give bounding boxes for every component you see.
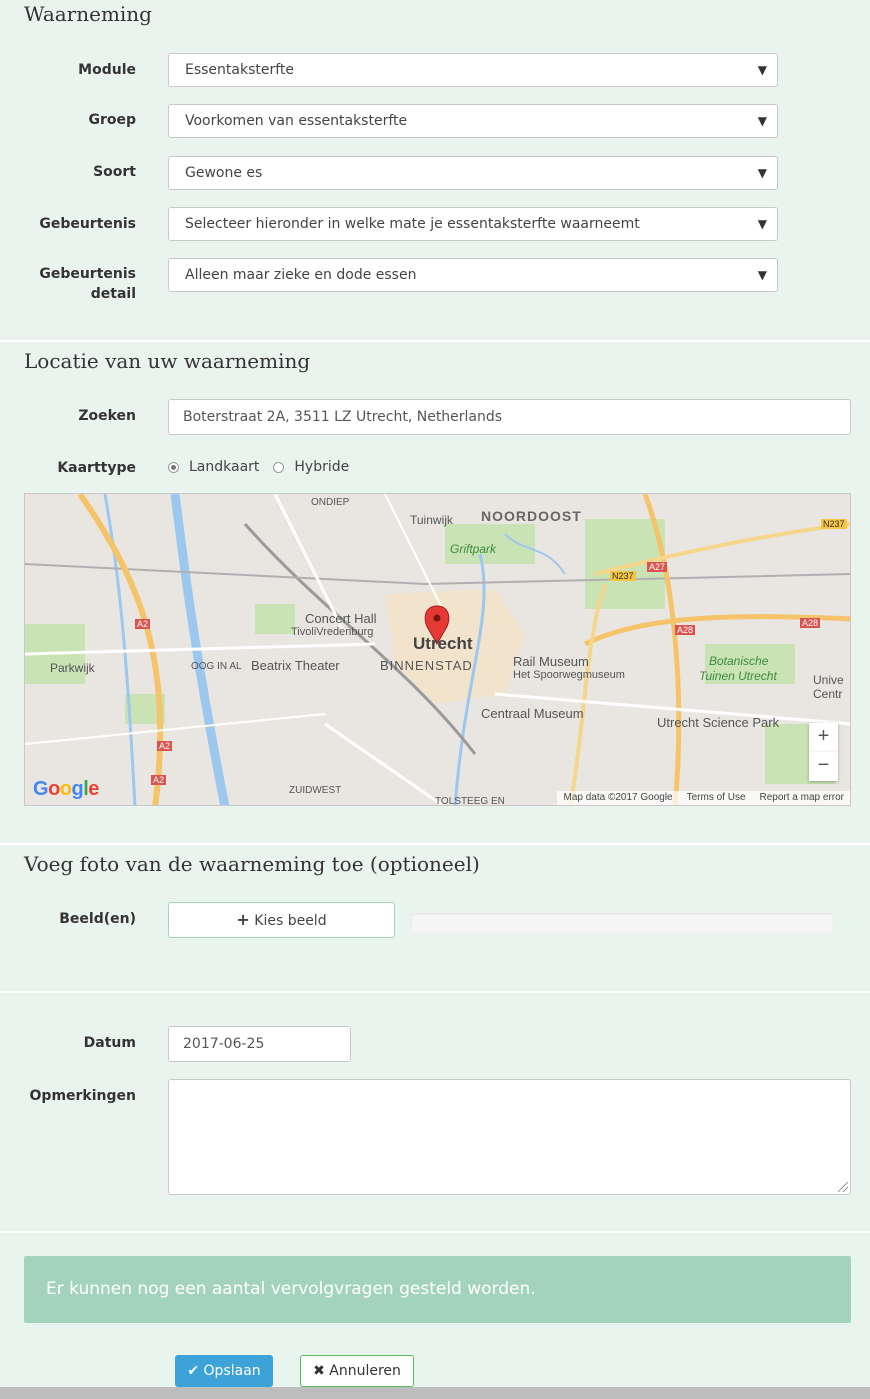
road-shield-a27: A27 [647, 562, 668, 572]
section-title-location: Locatie van uw waarneming [24, 349, 311, 373]
species-value: Gewone es [185, 165, 263, 181]
map-label-concert-hall: Concert Hall [305, 611, 377, 626]
section-divider [0, 340, 870, 342]
report-error-link[interactable]: Report a map error [760, 791, 844, 805]
event-detail-value: Alleen maar zieke en dode essen [185, 267, 417, 283]
map-label-noordoost: NOORDOOST [481, 508, 582, 524]
map-label-spoorweg: Het Spoorwegmuseum [513, 669, 625, 681]
map-label-botanische-2: Tuinen Utrecht [699, 669, 777, 683]
map-label-tivoli: TivoliVredenburg [291, 626, 374, 638]
terms-link[interactable]: Terms of Use [687, 791, 746, 805]
cancel-button-label: Annuleren [329, 1363, 401, 1379]
map-label-univ-1: Unive [813, 673, 844, 687]
location-map[interactable]: NOORDOOST Tuinwijk ONDIEP Griftpark Conc… [24, 493, 851, 806]
map-label-utrecht: Utrecht [413, 634, 473, 653]
save-button[interactable]: ✔ Opslaan [175, 1355, 273, 1387]
remarks-label: Opmerkingen [29, 1088, 136, 1104]
map-label-rail-museum: Rail Museum [513, 654, 589, 669]
remarks-textarea[interactable] [168, 1079, 851, 1195]
search-input[interactable]: Boterstraat 2A, 3511 LZ Utrecht, Netherl… [168, 399, 851, 435]
times-icon: ✖ [313, 1363, 325, 1379]
module-select[interactable]: Essentaksterfte ▼ [168, 53, 778, 87]
map-type-radio-group: Landkaart Hybride [168, 458, 363, 476]
group-value: Voorkomen van essentaksterfte [185, 113, 408, 129]
save-button-label: Opslaan [203, 1363, 261, 1379]
section-title-observation: Waarneming [24, 2, 152, 26]
section-divider [0, 843, 870, 845]
section-title-photo: Voeg foto van de waarneming toe (optione… [24, 852, 480, 876]
map-footer: Map data ©2017 Google Terms of Use Repor… [557, 791, 850, 805]
event-select[interactable]: Selecteer hieronder in welke mate je ess… [168, 207, 778, 241]
group-label: Groep [88, 112, 136, 128]
map-label-botanische-1: Botanische [709, 654, 769, 668]
radio-hybride[interactable] [273, 461, 285, 473]
zoom-out-button[interactable]: − [809, 752, 838, 781]
event-detail-select[interactable]: Alleen maar zieke en dode essen ▼ [168, 258, 778, 292]
module-value: Essentaksterfte [185, 62, 295, 78]
images-label: Beeld(en) [59, 911, 136, 927]
event-detail-label-line2: detail [90, 286, 136, 302]
resize-grip[interactable] [838, 1182, 848, 1192]
followup-alert: Er kunnen nog een aantal vervolgvragen g… [24, 1256, 851, 1323]
caret-down-icon: ▼ [757, 217, 767, 231]
event-value: Selecteer hieronder in welke mate je ess… [185, 216, 640, 232]
caret-down-icon: ▼ [757, 63, 767, 77]
caret-down-icon: ▼ [757, 166, 767, 180]
species-select[interactable]: Gewone es ▼ [168, 156, 778, 190]
caret-down-icon: ▼ [757, 114, 767, 128]
event-label: Gebeurtenis [39, 216, 136, 232]
module-label: Module [78, 62, 136, 78]
map-label-tolsteeg: TOLSTEEG EN [435, 796, 505, 806]
event-detail-label-line1: Gebeurtenis [39, 266, 136, 282]
map-data-attribution: Map data ©2017 Google [563, 792, 673, 803]
road-shield-a2: A2 [157, 741, 173, 751]
section-divider [0, 991, 870, 993]
map-label-binnenstad: BINNENSTAD [380, 658, 473, 673]
radio-hybride-label[interactable]: Hybride [294, 458, 349, 476]
choose-image-label: Kies beeld [254, 913, 327, 929]
road-shield-a2: A2 [135, 619, 151, 629]
zoom-in-button[interactable]: + [809, 723, 838, 752]
check-icon: ✔ [187, 1363, 200, 1379]
road-shield-a2: A2 [151, 775, 167, 785]
bottom-scroll-bar [0, 1387, 870, 1399]
plus-icon: + [236, 910, 250, 929]
radio-landkaart-label[interactable]: Landkaart [189, 458, 259, 476]
map-label-oog-in-al: OOG IN AL [191, 661, 242, 672]
upload-progress-bar [411, 913, 834, 933]
map-label-zuidwest: ZUIDWEST [289, 785, 342, 796]
map-label-griftpark: Griftpark [450, 542, 497, 556]
group-select[interactable]: Voorkomen van essentaksterfte ▼ [168, 104, 778, 138]
road-shield-a28: A28 [675, 625, 696, 635]
event-detail-label: Gebeurtenis detail [39, 264, 136, 304]
map-label-science-park: Utrecht Science Park [657, 715, 780, 730]
caret-down-icon: ▼ [757, 268, 767, 282]
map-label-ondiep: ONDIEP [311, 497, 350, 508]
radio-landkaart[interactable] [168, 461, 179, 473]
search-label: Zoeken [78, 408, 136, 424]
park-area [255, 604, 295, 634]
road-shield-n237: N237 [821, 519, 847, 529]
map-label-univ-2: Centr [813, 687, 843, 701]
map-label-tuinwijk: Tuinwijk [410, 513, 453, 527]
section-divider [0, 1231, 870, 1233]
date-label: Datum [83, 1035, 136, 1051]
species-label: Soort [93, 164, 136, 180]
map-label-parkwijk: Parkwijk [50, 661, 95, 675]
cancel-button[interactable]: ✖ Annuleren [300, 1355, 414, 1387]
date-input[interactable]: 2017-06-25 [168, 1026, 351, 1062]
map-type-label: Kaarttype [57, 460, 136, 476]
choose-image-button[interactable]: + Kies beeld [168, 902, 395, 938]
map-label-beatrix: Beatrix Theater [251, 658, 340, 673]
map-label-centraal-museum: Centraal Museum [481, 706, 584, 721]
road-shield-n237: N237 [610, 571, 636, 581]
road-shield-a28: A28 [800, 618, 821, 628]
google-logo: Google [33, 778, 99, 800]
